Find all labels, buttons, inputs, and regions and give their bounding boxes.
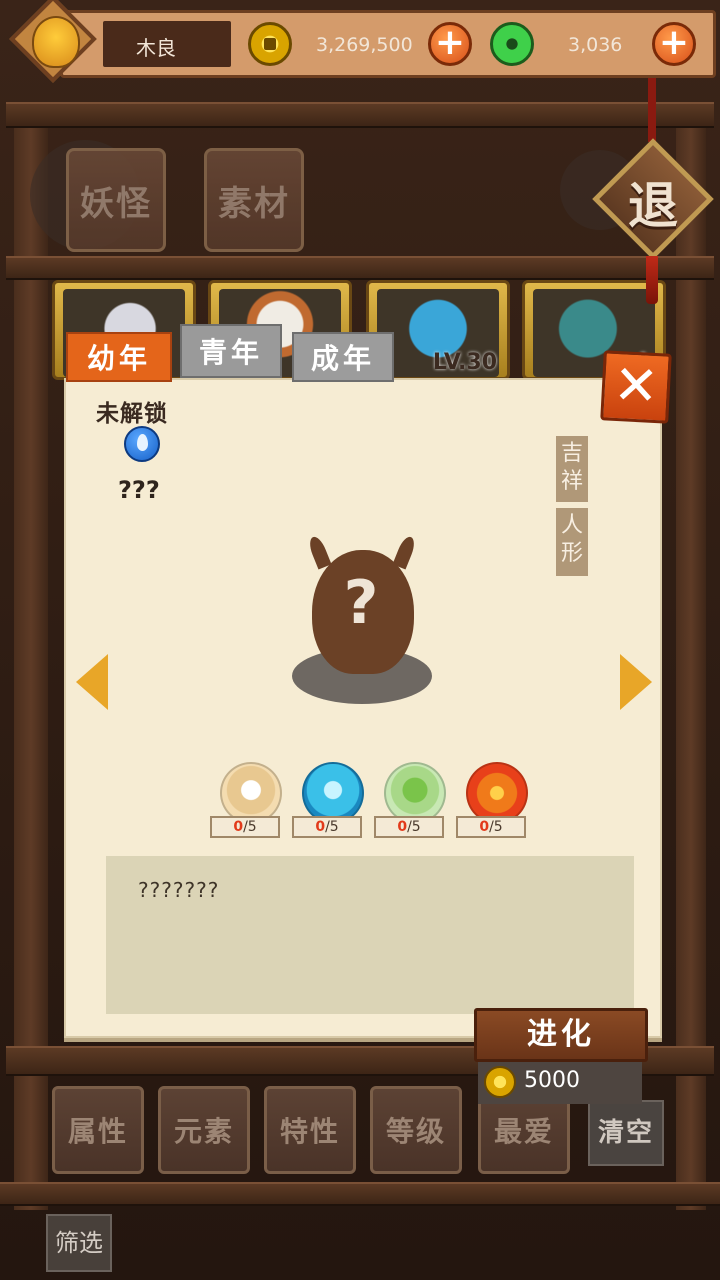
evolve-cost: 5000 <box>524 1068 580 1093</box>
sort-button-element[interactable]: 元素 <box>158 1086 250 1174</box>
material-slot[interactable]: 0/5 <box>456 762 532 838</box>
player-name: 木良 <box>136 36 176 60</box>
sign-tassel <box>646 256 658 304</box>
material-slot[interactable]: 0/5 <box>292 762 368 838</box>
trait-tag-humanoid: 人形 <box>556 508 588 576</box>
fire-rune-icon <box>466 762 528 824</box>
cabinet-beam-top <box>6 102 714 128</box>
sort-button-trait[interactable]: 特性 <box>264 1086 356 1174</box>
cabinet-beam-bottom <box>0 1182 720 1206</box>
jade-count: 3,036 <box>568 34 623 56</box>
monster-name: ??? <box>118 476 160 504</box>
question-mark-icon: ? <box>343 568 379 638</box>
coin-icon <box>484 1066 516 1098</box>
sign-rope <box>648 78 656 142</box>
coin-count: 3,269,500 <box>316 34 413 56</box>
player-avatar[interactable] <box>8 0 100 84</box>
ice-crystal-icon <box>302 762 364 824</box>
tab-young-adult[interactable]: 青年 <box>180 324 282 378</box>
material-count: 0/5 <box>456 816 526 838</box>
sort-button-attribute[interactable]: 属性 <box>52 1086 144 1174</box>
sort-button-level[interactable]: 等级 <box>370 1086 462 1174</box>
category-tab-materials[interactable]: 素材 <box>204 148 304 252</box>
exit-label: 退 <box>628 177 678 235</box>
category-tab-yokai[interactable]: 妖怪 <box>66 148 166 252</box>
material-slot[interactable]: 0/5 <box>210 762 286 838</box>
material-count: 0/5 <box>292 816 362 838</box>
game-screen: 妖怪 素材 LV.30 L 属性 元素 特性 等级 最爱 清空 筛选 木良 3,… <box>0 0 720 1280</box>
description-text: ??????? <box>138 878 220 902</box>
evolve-button[interactable]: 进化 <box>474 1008 648 1062</box>
add-coins-button[interactable]: + <box>428 22 472 66</box>
next-arrow-icon[interactable] <box>620 654 652 710</box>
avatar-portrait <box>32 16 80 68</box>
card-level: LV.30 <box>432 350 497 375</box>
coin-icon <box>248 22 292 66</box>
add-jade-button[interactable]: + <box>652 22 696 66</box>
monster-horn <box>306 534 332 570</box>
water-drop-icon <box>124 426 160 462</box>
unknown-monster-silhouette: ? <box>286 530 436 710</box>
tab-adult[interactable]: 成年 <box>292 332 394 382</box>
clear-button[interactable]: 清空 <box>588 1100 664 1166</box>
material-count: 0/5 <box>374 816 444 838</box>
close-button[interactable]: ✕ <box>600 350 672 424</box>
previous-arrow-icon[interactable] <box>76 654 108 710</box>
filter-button[interactable]: 筛选 <box>46 1214 112 1272</box>
jade-icon <box>490 22 534 66</box>
lock-status: 未解锁 <box>96 401 168 427</box>
exit-button[interactable]: 退 <box>592 138 714 260</box>
material-slot[interactable]: 0/5 <box>374 762 450 838</box>
sprout-icon <box>384 762 446 824</box>
rice-ball-icon <box>220 762 282 824</box>
material-count: 0/5 <box>210 816 280 838</box>
trait-tag-auspicious: 吉祥 <box>556 436 588 502</box>
tab-youth[interactable]: 幼年 <box>66 332 172 382</box>
